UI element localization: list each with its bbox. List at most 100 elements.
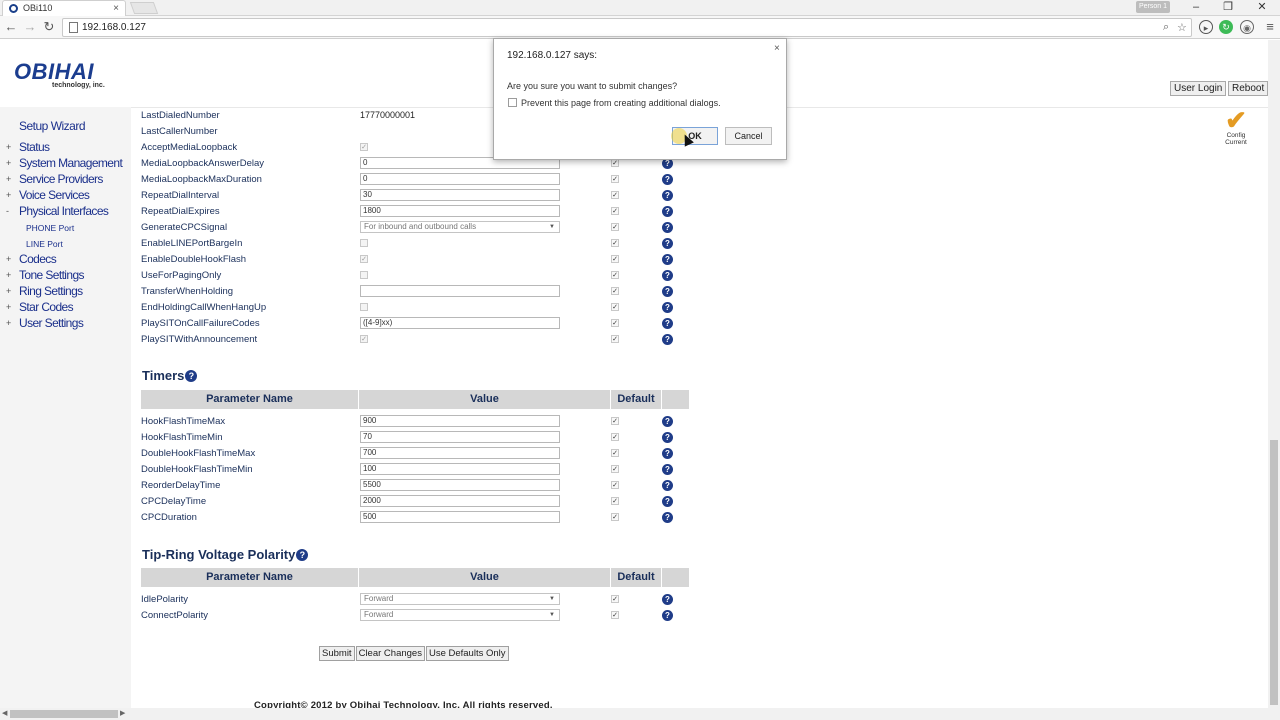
value-input[interactable]: 2000 (360, 495, 560, 507)
default-checkbox[interactable]: ✓ (611, 319, 619, 327)
zoom-icon[interactable]: ⌕ (1163, 21, 1169, 34)
cancel-button[interactable]: Cancel (725, 127, 772, 145)
scroll-right-icon[interactable]: ▶ (120, 708, 125, 720)
default-checkbox[interactable]: ✓ (611, 159, 619, 167)
value-input[interactable] (360, 285, 560, 297)
help-icon[interactable]: ? (662, 254, 673, 265)
tab-close-icon[interactable]: × (113, 1, 119, 16)
default-checkbox[interactable]: ✓ (611, 271, 619, 279)
help-icon[interactable]: ? (662, 610, 673, 621)
submit-button[interactable]: Submit (319, 646, 355, 661)
help-icon[interactable]: ? (662, 448, 673, 459)
default-checkbox[interactable]: ✓ (611, 611, 619, 619)
bookmark-star-icon[interactable]: ☆ (1177, 21, 1187, 34)
help-icon[interactable]: ? (662, 480, 673, 491)
value-input[interactable]: 1800 (360, 205, 560, 217)
horizontal-scroll-thumb[interactable] (10, 710, 118, 718)
scroll-left-icon[interactable]: ◀ (2, 708, 7, 720)
prevent-dialogs-label[interactable]: Prevent this page from creating addition… (521, 98, 721, 108)
value-select[interactable]: Forward ▼ (360, 609, 560, 621)
setup-wizard-link[interactable]: Setup Wizard (19, 119, 86, 133)
default-checkbox[interactable]: ✓ (611, 481, 619, 489)
default-checkbox[interactable]: ✓ (611, 239, 619, 247)
value-input[interactable]: 70 (360, 431, 560, 443)
menu-icon[interactable]: ≡ (1262, 19, 1278, 35)
sidebar-subitem-line-port[interactable]: LINE Port (26, 239, 63, 249)
vertical-scroll-thumb[interactable] (1270, 440, 1278, 705)
value-select[interactable]: For inbound and outbound calls ▼ (360, 221, 560, 233)
default-checkbox[interactable]: ✓ (611, 497, 619, 505)
horizontal-scrollbar[interactable]: ◀ ▶ (0, 708, 1280, 720)
help-icon[interactable]: ? (662, 594, 673, 605)
help-icon[interactable]: ? (296, 549, 309, 561)
sidebar-item-star-codes[interactable]: + Star Codes (0, 300, 131, 316)
default-checkbox[interactable]: ✓ (611, 287, 619, 295)
help-icon[interactable]: ? (185, 370, 198, 382)
dialog-close-icon[interactable]: × (774, 43, 780, 54)
default-checkbox[interactable]: ✓ (611, 449, 619, 457)
clear-changes-button[interactable]: Clear Changes (355, 646, 425, 661)
back-icon[interactable]: ← (3, 19, 19, 35)
value-input[interactable]: 900 (360, 415, 560, 427)
tab-obi110[interactable]: OBi110 × (2, 0, 126, 16)
value-checkbox[interactable] (360, 239, 368, 247)
default-checkbox[interactable]: ✓ (611, 417, 619, 425)
default-checkbox[interactable]: ✓ (611, 303, 619, 311)
help-icon[interactable]: ? (662, 416, 673, 427)
extension-2-icon[interactable]: ◉ (1240, 20, 1254, 34)
help-icon[interactable]: ? (662, 206, 673, 217)
sidebar-item-physical-interfaces[interactable]: - Physical Interfaces (0, 204, 131, 220)
sidebar-item-ring-settings[interactable]: + Ring Settings (0, 284, 131, 300)
value-input[interactable]: ([4-9]xx) (360, 317, 560, 329)
profile-button[interactable]: Person 1 (1136, 1, 1170, 13)
sidebar-item-codecs[interactable]: + Codecs (0, 252, 131, 268)
sidebar-item-service-providers[interactable]: + Service Providers (0, 172, 131, 188)
sidebar-subitem-phone-port[interactable]: PHONE Port (26, 223, 74, 233)
default-checkbox[interactable]: ✓ (611, 595, 619, 603)
value-checkbox[interactable]: ✓ (360, 143, 368, 151)
help-icon[interactable]: ? (662, 286, 673, 297)
sidebar-item-user-settings[interactable]: + User Settings (0, 316, 131, 332)
default-checkbox[interactable]: ✓ (611, 255, 619, 263)
prevent-dialogs-checkbox[interactable] (508, 98, 517, 107)
value-checkbox[interactable]: ✓ (360, 255, 368, 263)
use-defaults-button[interactable]: Use Defaults Only (425, 646, 509, 661)
sidebar-item-voice-services[interactable]: + Voice Services (0, 188, 131, 204)
help-icon[interactable]: ? (662, 302, 673, 313)
help-icon[interactable]: ? (662, 238, 673, 249)
new-tab-button[interactable] (129, 2, 159, 14)
help-icon[interactable]: ? (662, 496, 673, 507)
value-input[interactable]: 5500 (360, 479, 560, 491)
value-input[interactable]: 100 (360, 463, 560, 475)
value-checkbox[interactable] (360, 271, 368, 279)
help-icon[interactable]: ? (662, 190, 673, 201)
close-window-icon[interactable]: ✕ (1247, 0, 1277, 14)
default-checkbox[interactable]: ✓ (611, 465, 619, 473)
value-input[interactable]: 700 (360, 447, 560, 459)
default-checkbox[interactable]: ✓ (611, 335, 619, 343)
extension-icon[interactable]: ↻ (1219, 20, 1233, 34)
default-checkbox[interactable]: ✓ (611, 433, 619, 441)
forward-icon[interactable]: → (22, 19, 38, 35)
vertical-scrollbar[interactable] (1268, 40, 1280, 708)
value-input[interactable]: 0 (360, 173, 560, 185)
default-checkbox[interactable]: ✓ (611, 223, 619, 231)
value-checkbox[interactable] (360, 303, 368, 311)
reload-icon[interactable]: ↻ (41, 19, 57, 35)
default-checkbox[interactable]: ✓ (611, 513, 619, 521)
sidebar-item-tone-settings[interactable]: + Tone Settings (0, 268, 131, 284)
help-icon[interactable]: ? (662, 222, 673, 233)
cast-icon[interactable]: ▸ (1199, 20, 1213, 34)
value-input[interactable]: 30 (360, 189, 560, 201)
default-checkbox[interactable]: ✓ (611, 175, 619, 183)
obihai-logo[interactable]: OBIHAI technology, inc. (14, 59, 114, 93)
help-icon[interactable]: ? (662, 512, 673, 523)
help-icon[interactable]: ? (662, 318, 673, 329)
help-icon[interactable]: ? (662, 174, 673, 185)
help-icon[interactable]: ? (662, 464, 673, 475)
value-checkbox[interactable]: ✓ (360, 335, 368, 343)
help-icon[interactable]: ? (662, 432, 673, 443)
value-input[interactable]: 500 (360, 511, 560, 523)
reboot-button[interactable]: Reboot (1228, 81, 1268, 96)
default-checkbox[interactable]: ✓ (611, 207, 619, 215)
